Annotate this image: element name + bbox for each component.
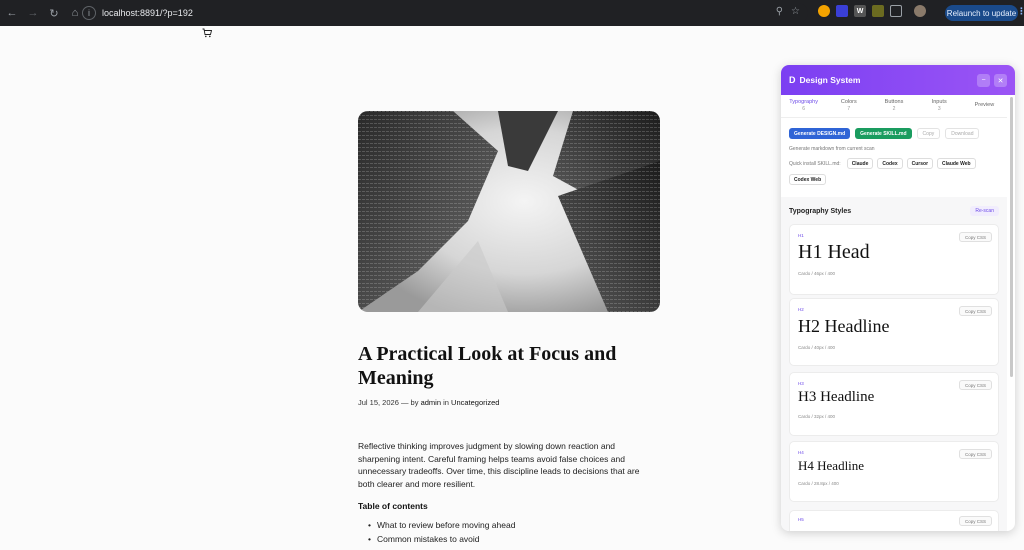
type-card-h5: H5 Copy CSS: [789, 510, 999, 531]
design-system-logo-icon: D: [789, 75, 796, 85]
byline-separator: — by: [400, 398, 419, 407]
card-tag: H5: [798, 517, 804, 522]
type-card-h3: H3 Copy CSS H3 Headline Cardo / 32px / 4…: [789, 372, 999, 436]
copy-css-button[interactable]: Copy CSS: [958, 449, 992, 459]
tab-inputs[interactable]: Inputs 3: [917, 99, 962, 113]
post-date[interactable]: Jul 15, 2026: [358, 398, 399, 407]
design-system-panel: D Design System − ✕ Typography 6 Colors …: [781, 65, 1015, 531]
generate-design-button[interactable]: Generate DESIGN.md: [789, 128, 851, 139]
panel-header[interactable]: D Design System − ✕: [781, 65, 1015, 95]
card-spec: Cardo / 46px / 400: [798, 271, 836, 276]
toc-item[interactable]: What to review before moving ahead: [368, 520, 515, 530]
tab-label: Inputs: [931, 99, 947, 105]
install-codex-button[interactable]: Codex: [877, 158, 903, 169]
tab-label: Buttons: [884, 99, 904, 105]
toc-list: What to review before moving ahead Commo…: [368, 520, 515, 548]
card-sample: H1 Head: [798, 241, 870, 263]
zoom-icon[interactable]: ⚲: [776, 6, 783, 17]
tab-label: Typography: [789, 99, 818, 105]
quick-install-row: Quick install SKILL.md: Claude Codex Cur…: [789, 158, 1004, 169]
post-author[interactable]: admin: [421, 398, 441, 407]
hero-image: [358, 111, 660, 312]
extension-w-icon[interactable]: W: [854, 5, 866, 17]
extensions-puzzle-icon[interactable]: [890, 5, 902, 17]
type-card-h1: H1 Copy CSS H1 Head Cardo / 46px / 400: [789, 224, 999, 295]
tab-preview[interactable]: Preview: [962, 99, 1007, 113]
install-cursor-button[interactable]: Cursor: [906, 158, 934, 169]
card-tag: H4: [798, 450, 804, 455]
copy-css-button[interactable]: Copy CSS: [958, 306, 992, 316]
card-sample: H2 Headline: [798, 316, 890, 336]
tab-colors[interactable]: Colors 7: [826, 99, 871, 113]
bookmark-star-icon[interactable]: ☆: [791, 6, 800, 17]
card-spec: Cardo / 40px / 400: [798, 345, 836, 350]
browser-toolbar: ← → ↻ ⌂ i localhost:8891/?p=192 ⚲ ☆ W Re…: [0, 0, 1024, 26]
install-claude-button[interactable]: Claude: [846, 158, 874, 169]
post-title: A Practical Look at Focus and Meaning: [358, 343, 617, 389]
download-button[interactable]: Download: [945, 128, 980, 139]
post-category[interactable]: Uncategorized: [451, 398, 499, 407]
install-codex-web-button[interactable]: Codex Web: [789, 174, 827, 185]
panel-scrollbar[interactable]: [1010, 97, 1013, 377]
card-sample: H4 Headline: [798, 458, 865, 473]
minimize-icon[interactable]: −: [977, 74, 990, 87]
extension-orange-icon[interactable]: [818, 5, 830, 17]
tab-label: Colors: [840, 99, 857, 105]
quick-install-label: Quick install SKILL.md:: [789, 160, 841, 167]
copy-css-button[interactable]: Copy CSS: [958, 516, 992, 526]
type-card-h4: H4 Copy CSS H4 Headline Cardo / 28.8px /…: [789, 441, 999, 502]
tab-label: Preview: [974, 102, 995, 108]
post-body: Reflective thinking improves judgment by…: [358, 441, 640, 489]
card-tag: H2: [798, 307, 804, 312]
panel-title: Design System: [799, 75, 861, 85]
cart-icon[interactable]: [202, 28, 212, 38]
tab-typography[interactable]: Typography 6: [781, 99, 826, 113]
address-bar[interactable]: i localhost:8891/?p=192 ⚲ ☆: [78, 3, 808, 23]
close-icon[interactable]: ✕: [994, 74, 1007, 87]
install-claude-web-button[interactable]: Claude Web: [937, 158, 976, 169]
panel-tabs: Typography 6 Colors 7 Buttons 2 Inputs 3…: [781, 99, 1007, 118]
profile-avatar[interactable]: [914, 5, 926, 17]
extensions-row: W: [818, 5, 926, 17]
extension-yellow-icon[interactable]: [872, 5, 884, 17]
card-sample: H3 Headline: [798, 389, 875, 405]
card-tag: H1: [798, 233, 804, 238]
tab-count: 3: [937, 106, 941, 112]
tab-count: 7: [847, 106, 851, 112]
toc-item[interactable]: Common mistakes to avoid: [368, 534, 515, 544]
forward-icon[interactable]: →: [24, 4, 42, 22]
toc-heading: Table of contents: [358, 501, 428, 511]
card-spec: Cardo / 28.8px / 400: [798, 481, 839, 486]
section-title: Typography Styles: [789, 207, 852, 215]
menu-dots-icon[interactable]: ⋮: [1017, 6, 1024, 17]
extension-blue-icon[interactable]: [836, 5, 848, 17]
rescan-button[interactable]: Re-scan: [970, 206, 999, 216]
type-card-h2: H2 Copy CSS H2 Headline Cardo / 40px / 4…: [789, 298, 999, 366]
reload-icon[interactable]: ↻: [45, 4, 63, 22]
copy-css-button[interactable]: Copy CSS: [958, 232, 992, 242]
site-info-icon[interactable]: i: [82, 6, 96, 20]
copy-css-button[interactable]: Copy CSS: [958, 380, 992, 390]
post-meta: Jul 15, 2026 — by admin in Uncategorized: [358, 398, 499, 407]
card-tag: H3: [798, 381, 804, 386]
copy-button[interactable]: Copy: [916, 128, 941, 139]
url-text[interactable]: localhost:8891/?p=192: [102, 8, 193, 18]
tab-count: 6: [802, 106, 805, 112]
tab-count: 2: [892, 106, 896, 112]
generate-skill-button[interactable]: Generate SKILL.md: [855, 128, 912, 139]
back-icon[interactable]: ←: [3, 4, 21, 22]
tab-buttons[interactable]: Buttons 2: [871, 99, 916, 113]
section-header: Typography Styles Re-scan: [789, 206, 999, 216]
generate-note: Generate markdown from current scan: [789, 146, 875, 152]
generate-actions: Generate DESIGN.md Generate SKILL.md Cop…: [789, 128, 980, 139]
card-spec: Cardo / 32px / 400: [798, 414, 836, 419]
in-word: in: [443, 398, 449, 407]
relaunch-button[interactable]: Relaunch to update: [945, 5, 1018, 21]
